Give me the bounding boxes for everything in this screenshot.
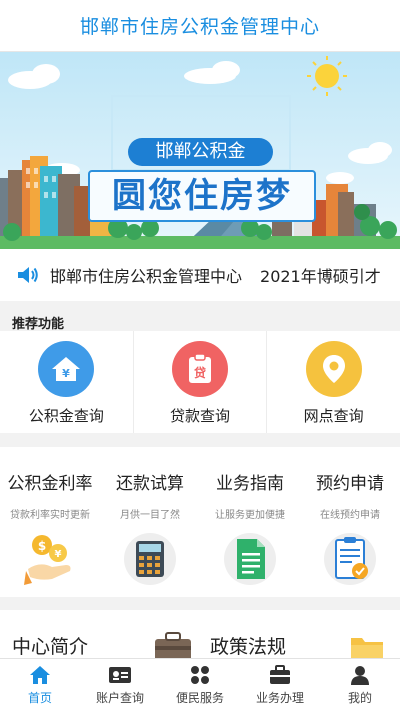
sun-icon xyxy=(307,56,347,96)
feature-branch-query[interactable]: 网点查询 xyxy=(267,331,400,433)
tab-label: 首页 xyxy=(27,691,52,705)
home-icon xyxy=(29,664,51,686)
document-icon xyxy=(222,531,278,587)
svg-text:贷: 贷 xyxy=(194,365,206,380)
feature-loan-query[interactable]: 贷 贷款查询 xyxy=(134,331,268,433)
svg-text:$: $ xyxy=(38,539,46,553)
page-title: 邯郸市住房公积金管理中心 xyxy=(79,16,320,38)
notice-item[interactable]: 邯郸市住房公积金管理中心 xyxy=(50,263,242,287)
tab-label: 账户查询 xyxy=(95,691,144,705)
grid-icon xyxy=(190,664,210,686)
tab-label: 我的 xyxy=(347,691,372,705)
id-card-icon xyxy=(108,664,132,686)
service-desc: 让服务更加便捷 xyxy=(215,510,285,521)
service-desc: 在线预约申请 xyxy=(320,510,380,521)
svg-text:¥: ¥ xyxy=(63,367,71,380)
service-title: 公积金利率 xyxy=(7,474,93,494)
banner-subtitle: 邯郸公积金 xyxy=(128,138,273,166)
feature-fund-query[interactable]: ¥ 公积金查询 xyxy=(0,331,134,433)
person-icon xyxy=(350,664,370,686)
recommended-features: ¥ 公积金查询 贷 贷款查询 网点查询 xyxy=(0,331,400,433)
service-fund-rate[interactable]: 公积金利率 贷款利率实时更新 $ ¥ xyxy=(0,447,100,597)
calculator-icon xyxy=(122,531,178,587)
svg-text:¥: ¥ xyxy=(55,549,62,560)
tab-label: 便民服务 xyxy=(175,691,224,705)
section-title-recommended: 推荐功能 xyxy=(12,317,65,332)
service-title: 还款试算 xyxy=(116,474,184,494)
tab-home[interactable]: 首页 xyxy=(0,659,80,711)
speaker-icon xyxy=(16,264,42,286)
feature-label: 贷款查询 xyxy=(170,407,231,425)
clipboard-check-icon xyxy=(322,531,378,587)
service-grid: 公积金利率 贷款利率实时更新 $ ¥ 还款试算 月供一目了然 业务指南 让服务更… xyxy=(0,447,400,597)
promo-banner[interactable]: 邯郸公积金 圆您住房梦 xyxy=(0,52,400,249)
service-title: 预约申请 xyxy=(316,474,384,494)
app-header: 邯郸市住房公积金管理中心 xyxy=(0,0,400,52)
service-repayment-calc[interactable]: 还款试算 月供一目了然 xyxy=(100,447,200,597)
service-desc: 贷款利率实时更新 xyxy=(10,510,90,521)
bottom-tab-bar: 首页 账户查询 便民服务 业务办理 我的 xyxy=(0,658,400,711)
house-yen-icon: ¥ xyxy=(38,341,95,397)
tab-mine[interactable]: 我的 xyxy=(320,659,400,711)
notice-bar[interactable]: 邯郸市住房公积金管理中心 2021年博硕引才 xyxy=(0,249,400,301)
policy-regulations-link[interactable]: 政策法规 xyxy=(210,632,286,659)
center-intro-link[interactable]: 中心简介 xyxy=(12,632,88,659)
coins-hand-icon: $ ¥ xyxy=(22,531,78,587)
tab-convenience-services[interactable]: 便民服务 xyxy=(160,659,240,711)
service-desc: 月供一目了然 xyxy=(120,510,180,521)
service-title: 业务指南 xyxy=(216,474,284,494)
feature-label: 公积金查询 xyxy=(28,407,104,425)
tab-account-query[interactable]: 账户查询 xyxy=(80,659,160,711)
banner-title: 圆您住房梦 xyxy=(88,170,316,222)
notice-item[interactable]: 2021年博硕引才 xyxy=(260,263,381,287)
tab-label: 业务办理 xyxy=(255,691,304,705)
service-guide[interactable]: 业务指南 让服务更加便捷 xyxy=(200,447,300,597)
map-pin-icon xyxy=(305,341,362,397)
service-appointment[interactable]: 预约申请 在线预约申请 xyxy=(300,447,400,597)
tab-business-handling[interactable]: 业务办理 xyxy=(240,659,320,711)
briefcase-icon xyxy=(269,664,291,686)
loan-document-icon: 贷 xyxy=(172,341,228,397)
feature-label: 网点查询 xyxy=(303,407,364,425)
